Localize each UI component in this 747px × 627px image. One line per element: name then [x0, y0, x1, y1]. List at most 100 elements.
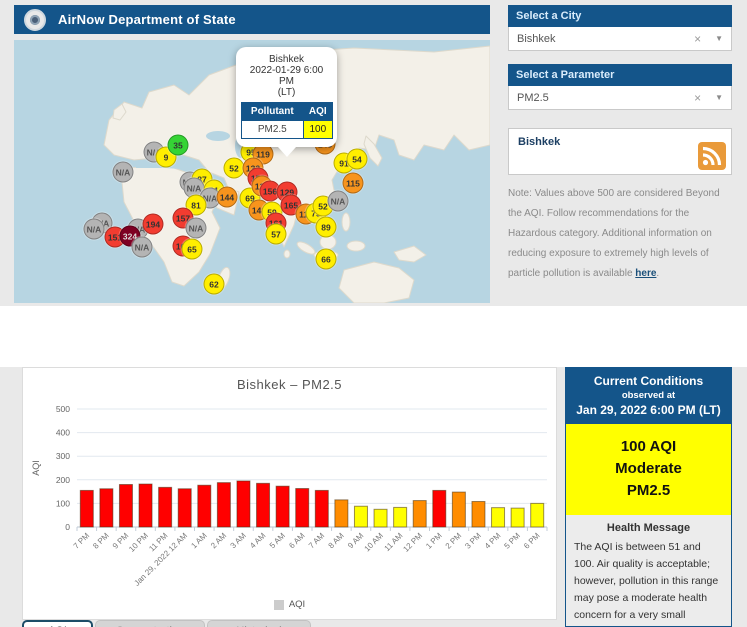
y-axis-tick-label: 0 — [65, 522, 70, 532]
chart-bar[interactable] — [257, 483, 270, 527]
map-marker[interactable]: 194 — [143, 214, 164, 235]
city-select[interactable]: Bishkek × ▼ — [508, 27, 732, 51]
airnow-page: AirNow Department of State — [0, 0, 747, 627]
map-marker[interactable]: 144 — [217, 187, 238, 208]
chart-bar[interactable] — [452, 492, 465, 527]
city-select-group: Select a City Bishkek × ▼ — [508, 5, 732, 51]
x-axis-tick-label: 1 PM — [424, 531, 444, 551]
tab-historical[interactable]: Historical — [207, 620, 311, 627]
legend-swatch — [274, 600, 284, 610]
select-parameter-header: Select a Parameter — [508, 64, 732, 86]
chart-bar[interactable] — [276, 486, 289, 527]
map-marker[interactable]: N/A — [328, 191, 349, 212]
chart-bar[interactable] — [178, 489, 191, 527]
conditions-aqi-category: Moderate — [570, 458, 727, 480]
city-select-value: Bishkek — [517, 33, 694, 45]
chart-bar[interactable] — [335, 500, 348, 527]
y-axis-tick-label: 100 — [56, 498, 70, 508]
conditions-pollutant: PM2.5 — [570, 480, 727, 502]
chart-bar[interactable] — [237, 481, 250, 527]
health-message-title: Health Message — [574, 522, 723, 534]
chart-bar[interactable] — [296, 489, 309, 527]
chart-bar[interactable] — [159, 487, 172, 527]
select-city-header: Select a City — [508, 5, 732, 27]
x-axis-tick-label: 3 AM — [229, 531, 248, 550]
chart-bar[interactable] — [100, 489, 113, 527]
chart-bar[interactable] — [139, 484, 152, 527]
chevron-down-icon[interactable]: ▼ — [715, 93, 723, 102]
map-popup: Bishkek 2022-01-29 6:00 PM (LT) Pollutan… — [236, 47, 337, 147]
x-axis-tick-label: 2 AM — [209, 531, 228, 550]
health-message-text: The AQI is between 51 and 100. Air quali… — [574, 539, 723, 627]
legend-label: AQI — [289, 599, 305, 610]
state-department-seal-icon — [24, 9, 46, 31]
y-axis-tick-label: 500 — [56, 404, 70, 414]
world-aqi-map[interactable]: N/A935N/A52N/A87N/A81N/A1446981157N/AN/A… — [14, 40, 490, 303]
x-axis-tick-label: 6 AM — [287, 531, 306, 550]
chart-bar[interactable] — [217, 483, 230, 527]
rss-feed-box: Bishkek — [508, 128, 732, 175]
map-marker[interactable]: 57 — [266, 224, 287, 245]
conditions-aqi-block: 100 AQI Moderate PM2.5 — [566, 424, 731, 515]
parameter-select-group: Select a Parameter PM2.5 × ▼ — [508, 64, 732, 110]
chart-bar[interactable] — [354, 506, 367, 527]
x-axis-tick-label: 5 PM — [502, 531, 522, 551]
map-marker[interactable]: 65 — [182, 239, 203, 260]
y-axis-tick-label: 200 — [56, 475, 70, 485]
parameter-select-value: PM2.5 — [517, 92, 694, 104]
chart-bar[interactable] — [80, 490, 93, 527]
current-conditions-panel: Current Conditions observed at Jan 29, 2… — [565, 367, 732, 627]
popup-timezone: (LT) — [241, 87, 332, 98]
chart-bar[interactable] — [531, 503, 544, 527]
x-axis-tick-label: 11 AM — [383, 531, 405, 553]
conditions-title: Current Conditions — [570, 374, 727, 388]
chart-bar[interactable] — [433, 490, 446, 527]
chart-bar[interactable] — [394, 507, 407, 527]
conditions-subtitle: observed at — [570, 390, 727, 401]
chart-bar[interactable] — [374, 509, 387, 527]
chart-bar[interactable] — [119, 485, 132, 527]
tab-concentration[interactable]: Concentration — [95, 620, 205, 627]
chart-title: Bishkek – PM2.5 — [23, 377, 556, 392]
x-axis-tick-label: 8 PM — [91, 531, 111, 551]
conditions-aqi-value: 100 AQI — [570, 436, 727, 458]
chevron-down-icon[interactable]: ▼ — [715, 34, 723, 43]
x-axis-tick-label: 3 PM — [463, 531, 483, 551]
conditions-datetime: Jan 29, 2022 6:00 PM (LT) — [570, 403, 727, 417]
map-marker[interactable]: 52 — [224, 158, 245, 179]
chart-bar[interactable] — [511, 508, 524, 527]
map-marker[interactable]: N/A — [186, 218, 207, 239]
x-axis-tick-label: 4 AM — [248, 531, 267, 550]
note-here-link[interactable]: here — [635, 268, 656, 279]
x-axis-tick-label: 6 PM — [522, 531, 542, 551]
clear-city-icon[interactable]: × — [694, 32, 701, 46]
map-marker[interactable]: N/A — [84, 219, 105, 240]
health-message-block: Health Message The AQI is between 51 and… — [566, 515, 731, 627]
clear-parameter-icon[interactable]: × — [694, 91, 701, 105]
x-axis-tick-label: 8 AM — [327, 531, 346, 550]
chart-bar[interactable] — [413, 501, 426, 527]
map-marker[interactable]: 115 — [343, 173, 364, 194]
chart-bar[interactable] — [198, 485, 211, 527]
map-marker[interactable]: 66 — [316, 249, 337, 270]
tab-bar: AQI Concentration Historical — [22, 620, 311, 627]
map-marker[interactable]: N/A — [113, 162, 134, 183]
map-marker[interactable]: 89 — [316, 217, 337, 238]
chart-bar[interactable] — [492, 508, 505, 527]
map-marker[interactable]: N/A — [132, 237, 153, 258]
conditions-header: Current Conditions observed at Jan 29, 2… — [566, 368, 731, 424]
chart-legend[interactable]: AQI — [23, 599, 556, 610]
popup-table: Pollutant AQI PM2.5 100 — [241, 102, 333, 139]
y-axis-tick-label: 400 — [56, 428, 70, 438]
chart-bar[interactable] — [472, 502, 485, 527]
rss-icon[interactable] — [698, 142, 726, 170]
map-marker[interactable]: 62 — [204, 274, 225, 295]
chart-bar[interactable] — [315, 490, 328, 527]
map-marker[interactable]: 35 — [168, 135, 189, 156]
x-axis-tick-label: 1 AM — [189, 531, 208, 550]
tab-aqi[interactable]: AQI — [22, 620, 93, 627]
popup-datetime: 2022-01-29 6:00 PM — [241, 65, 332, 87]
popup-aqi-value: 100 — [303, 121, 332, 139]
map-marker[interactable]: 54 — [347, 149, 368, 170]
parameter-select[interactable]: PM2.5 × ▼ — [508, 86, 732, 110]
